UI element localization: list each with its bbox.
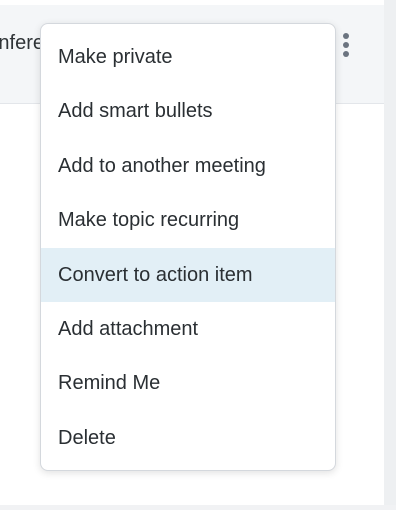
more-options-icon[interactable] — [340, 31, 352, 61]
menu-item-add-smart-bullets[interactable]: Add smart bullets — [41, 84, 335, 138]
menu-item-add-attachment[interactable]: Add attachment — [41, 302, 335, 356]
menu-item-make-topic-recurring[interactable]: Make topic recurring — [41, 193, 335, 247]
context-menu: Make private Add smart bullets Add to an… — [40, 23, 336, 471]
scrollbar[interactable] — [384, 0, 396, 505]
menu-item-delete[interactable]: Delete — [41, 411, 335, 465]
menu-item-add-to-another-meeting[interactable]: Add to another meeting — [41, 139, 335, 193]
menu-item-convert-to-action-item[interactable]: Convert to action item — [41, 247, 335, 302]
menu-item-make-private[interactable]: Make private — [41, 30, 335, 84]
topic-title: nfere — [0, 32, 44, 54]
menu-item-remind-me[interactable]: Remind Me — [41, 356, 335, 410]
